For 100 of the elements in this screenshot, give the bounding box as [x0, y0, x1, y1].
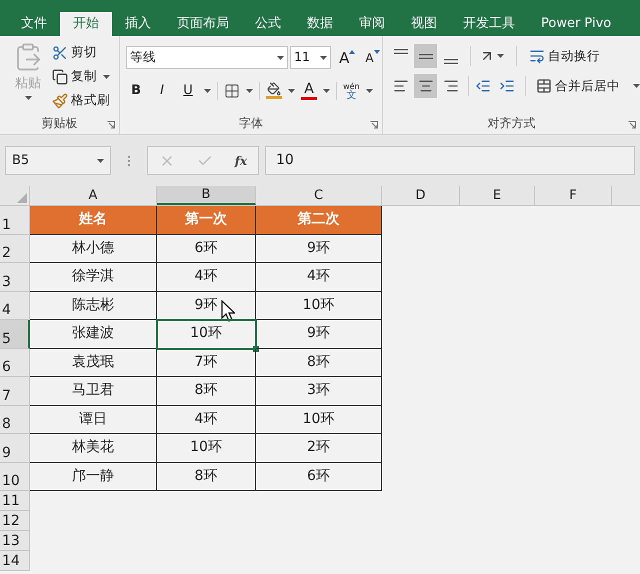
table-cell: 8环	[256, 348, 382, 377]
ribbon-tab[interactable]: 审阅	[346, 12, 398, 36]
paintbrush-icon	[52, 92, 68, 108]
table-cell: 马卫君	[30, 377, 157, 406]
caret-icon	[97, 158, 104, 162]
caret-icon	[366, 88, 373, 93]
row-header[interactable]: 14	[0, 551, 30, 571]
increase-indent-icon[interactable]	[499, 78, 515, 94]
header-cell: 第一次	[157, 206, 256, 234]
dialog-launcher-icon[interactable]	[107, 121, 116, 129]
column-header[interactable]: C	[256, 186, 382, 205]
formula-input[interactable]: 10	[265, 146, 635, 175]
copy-icon	[52, 68, 68, 84]
shrink-font-button[interactable]: A	[365, 48, 380, 66]
row-header[interactable]: 12	[0, 511, 30, 531]
table-cell: 9环	[256, 320, 382, 348]
merge-center-button[interactable]: 合并后居中	[536, 76, 640, 96]
row-header[interactable]: 13	[0, 531, 30, 551]
caret-icon	[277, 56, 284, 60]
ribbon-tab[interactable]: 公式	[242, 12, 294, 36]
font-size-dropdown[interactable]: 11	[290, 46, 332, 69]
fill-color-icon[interactable]	[266, 82, 282, 100]
table-cell: 4环	[157, 263, 256, 292]
table-cell: 8环	[157, 462, 256, 491]
table-cell: 2环	[256, 434, 382, 462]
table-cell: 10环	[256, 406, 382, 434]
column-header[interactable]: E	[460, 186, 535, 205]
dialog-launcher-icon[interactable]	[370, 121, 378, 129]
grow-font-button[interactable]: A	[339, 48, 356, 66]
font-color-button[interactable]: A	[301, 82, 318, 100]
table-cell: 张建波	[30, 320, 157, 348]
row-header[interactable]: 5	[0, 320, 30, 348]
row-header[interactable]: 1	[0, 206, 30, 234]
table-cell: 10环	[157, 320, 256, 348]
caret-icon	[288, 88, 296, 93]
name-box[interactable]: B5	[5, 146, 111, 175]
table-cell: 6环	[256, 462, 382, 491]
horizontal-align-button[interactable]	[414, 74, 437, 98]
table-cell: 7环	[157, 348, 256, 377]
clipboard-button[interactable]: 剪切	[52, 42, 110, 63]
row-header[interactable]: 3	[0, 263, 30, 292]
row-header[interactable]: 11	[0, 491, 30, 511]
table-cell: 林小德	[30, 234, 157, 263]
insert-function-button[interactable]: fx	[234, 152, 248, 170]
caret-icon	[24, 96, 32, 100]
ribbon-tab[interactable]: Power Pivo	[528, 12, 624, 36]
font-name-dropdown[interactable]: 等线	[126, 46, 288, 69]
row-header[interactable]: 7	[0, 377, 30, 406]
caret-icon	[633, 84, 640, 88]
ribbon-tab[interactable]: 开发工具	[450, 12, 528, 36]
clipboard-button[interactable]: 复制	[52, 66, 110, 87]
row-header[interactable]: 9	[0, 434, 30, 462]
column-header[interactable]: F	[535, 186, 612, 205]
vertical-align-icon	[418, 54, 432, 58]
font-style-button[interactable]: U	[178, 81, 198, 100]
ribbon-tab[interactable]: 文件	[8, 12, 60, 36]
dialog-launcher-icon[interactable]	[628, 121, 636, 129]
group-title: 字体	[239, 115, 264, 132]
merge-cells-icon	[536, 78, 552, 94]
table-cell: 6环	[157, 234, 256, 263]
column-header[interactable]: B	[157, 186, 256, 205]
ribbon-tab[interactable]: 页面布局	[164, 12, 242, 36]
clipboard-button[interactable]: 格式刷	[52, 90, 110, 111]
wrap-text-icon	[529, 48, 545, 64]
column-header[interactable]: D	[382, 186, 460, 205]
row-header[interactable]: 6	[0, 348, 30, 377]
table-cell: 9环	[157, 292, 256, 320]
caret-icon	[103, 74, 110, 78]
row-header[interactable]: 4	[0, 292, 30, 320]
row-header[interactable]: 2	[0, 234, 30, 263]
caret-icon	[246, 88, 254, 93]
caret-icon	[497, 54, 504, 58]
phonetic-button[interactable]: wén 文	[343, 82, 360, 100]
decrease-indent-icon[interactable]	[475, 78, 491, 94]
ribbon-tab[interactable]: 开始	[60, 12, 112, 36]
vertical-align-button[interactable]	[414, 44, 437, 68]
row-header[interactable]: 10	[0, 462, 30, 491]
ribbon-tab[interactable]: 视图	[398, 12, 450, 36]
table-cell: 袁茂珉	[30, 348, 157, 377]
table-cell: 林美花	[30, 434, 157, 462]
horizontal-align-icon	[392, 78, 408, 94]
ribbon-tab[interactable]: 插入	[112, 12, 164, 36]
vertical-align-icon	[394, 48, 408, 54]
borders-icon[interactable]	[224, 82, 240, 99]
table-cell: 3环	[256, 377, 382, 406]
row-header[interactable]: 8	[0, 406, 30, 434]
horizontal-align-icon	[418, 78, 434, 94]
scissors-icon	[52, 44, 68, 60]
font-style-button[interactable]: B	[126, 81, 146, 100]
corner-triangle-icon	[17, 193, 27, 203]
vertical-align-icon	[444, 58, 458, 64]
table-cell: 陈志彬	[30, 292, 157, 320]
ribbon-tab[interactable]: 数据	[294, 12, 346, 36]
wrap-text-button[interactable]: 自动换行	[529, 46, 600, 66]
table-cell: 4环	[157, 406, 256, 434]
table-cell: 10环	[157, 434, 256, 462]
mouse-pointer-icon	[221, 300, 235, 322]
table-cell: 8环	[157, 377, 256, 406]
caret-icon	[320, 56, 328, 60]
font-style-button[interactable]: I	[152, 81, 172, 100]
